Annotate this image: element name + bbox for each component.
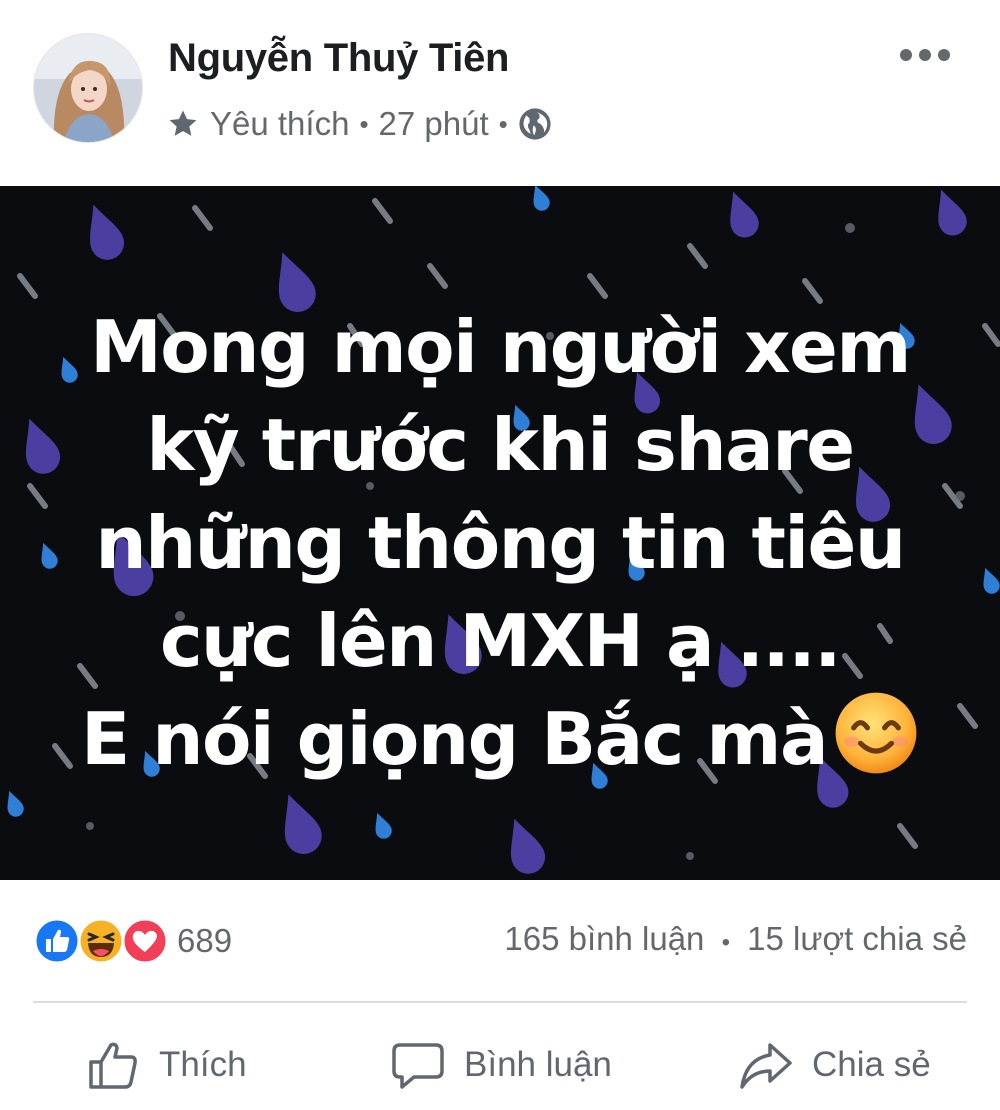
- author-name[interactable]: Nguyễn Thuỷ Tiên: [168, 36, 509, 81]
- comment-icon: [392, 1043, 444, 1089]
- globe-icon: [519, 108, 551, 140]
- engagement-stats: 165 bình luận • 15 lượt chia sẻ: [504, 920, 967, 958]
- post-text-line: những thông tin tiêu: [95, 501, 906, 585]
- post-text-line: cực lên MXH ạ ....: [159, 599, 842, 683]
- like-label: Thích: [159, 1045, 247, 1084]
- post-meta: Yêu thích • 27 phút •: [166, 102, 552, 146]
- audience-label[interactable]: Yêu thích: [210, 105, 349, 143]
- comment-label: Bình luận: [464, 1045, 612, 1084]
- share-button[interactable]: Chia sẻ: [738, 1030, 931, 1100]
- comments-count[interactable]: 165 bình luận: [504, 920, 704, 957]
- avatar[interactable]: [33, 33, 143, 143]
- post-text-line: kỹ trước khi share: [146, 403, 855, 487]
- reactions-summary[interactable]: 689: [33, 916, 232, 966]
- divider: [33, 1001, 967, 1003]
- post-text-line-last: E nói giọng Bắc mà: [0, 690, 1000, 788]
- love-icon: [121, 917, 169, 965]
- reaction-count: 689: [177, 922, 233, 959]
- post-text-line: Mong mọi người xem: [90, 305, 911, 389]
- haha-icon: [77, 917, 125, 965]
- reaction-icons: [33, 917, 173, 965]
- thumbs-up-icon: [89, 1042, 137, 1089]
- like-icon: [33, 917, 81, 965]
- post-image-text: Mong mọi người xem kỹ trước khi share nh…: [0, 298, 1000, 788]
- post-header: Nguyễn Thuỷ Tiên Yêu thích • 27 phút •: [0, 0, 1000, 186]
- meta-separator: •: [359, 108, 369, 139]
- more-icon: [900, 49, 912, 61]
- share-arrow-icon: [740, 1043, 792, 1089]
- stats-separator: •: [721, 929, 730, 956]
- more-options-button[interactable]: [900, 40, 950, 70]
- post-image[interactable]: Mong mọi người xem kỹ trước khi share nh…: [0, 186, 1000, 880]
- star-icon: [169, 110, 197, 136]
- meta-separator: •: [498, 108, 508, 139]
- smiling-face-icon: [835, 692, 917, 774]
- share-label: Chia sẻ: [812, 1045, 931, 1084]
- post-text-line: E nói giọng Bắc mà: [80, 697, 829, 781]
- shares-count[interactable]: 15 lượt chia sẻ: [747, 920, 967, 957]
- comment-button[interactable]: Bình luận: [390, 1030, 612, 1100]
- like-button[interactable]: Thích: [85, 1030, 247, 1100]
- post-time[interactable]: 27 phút: [379, 105, 489, 143]
